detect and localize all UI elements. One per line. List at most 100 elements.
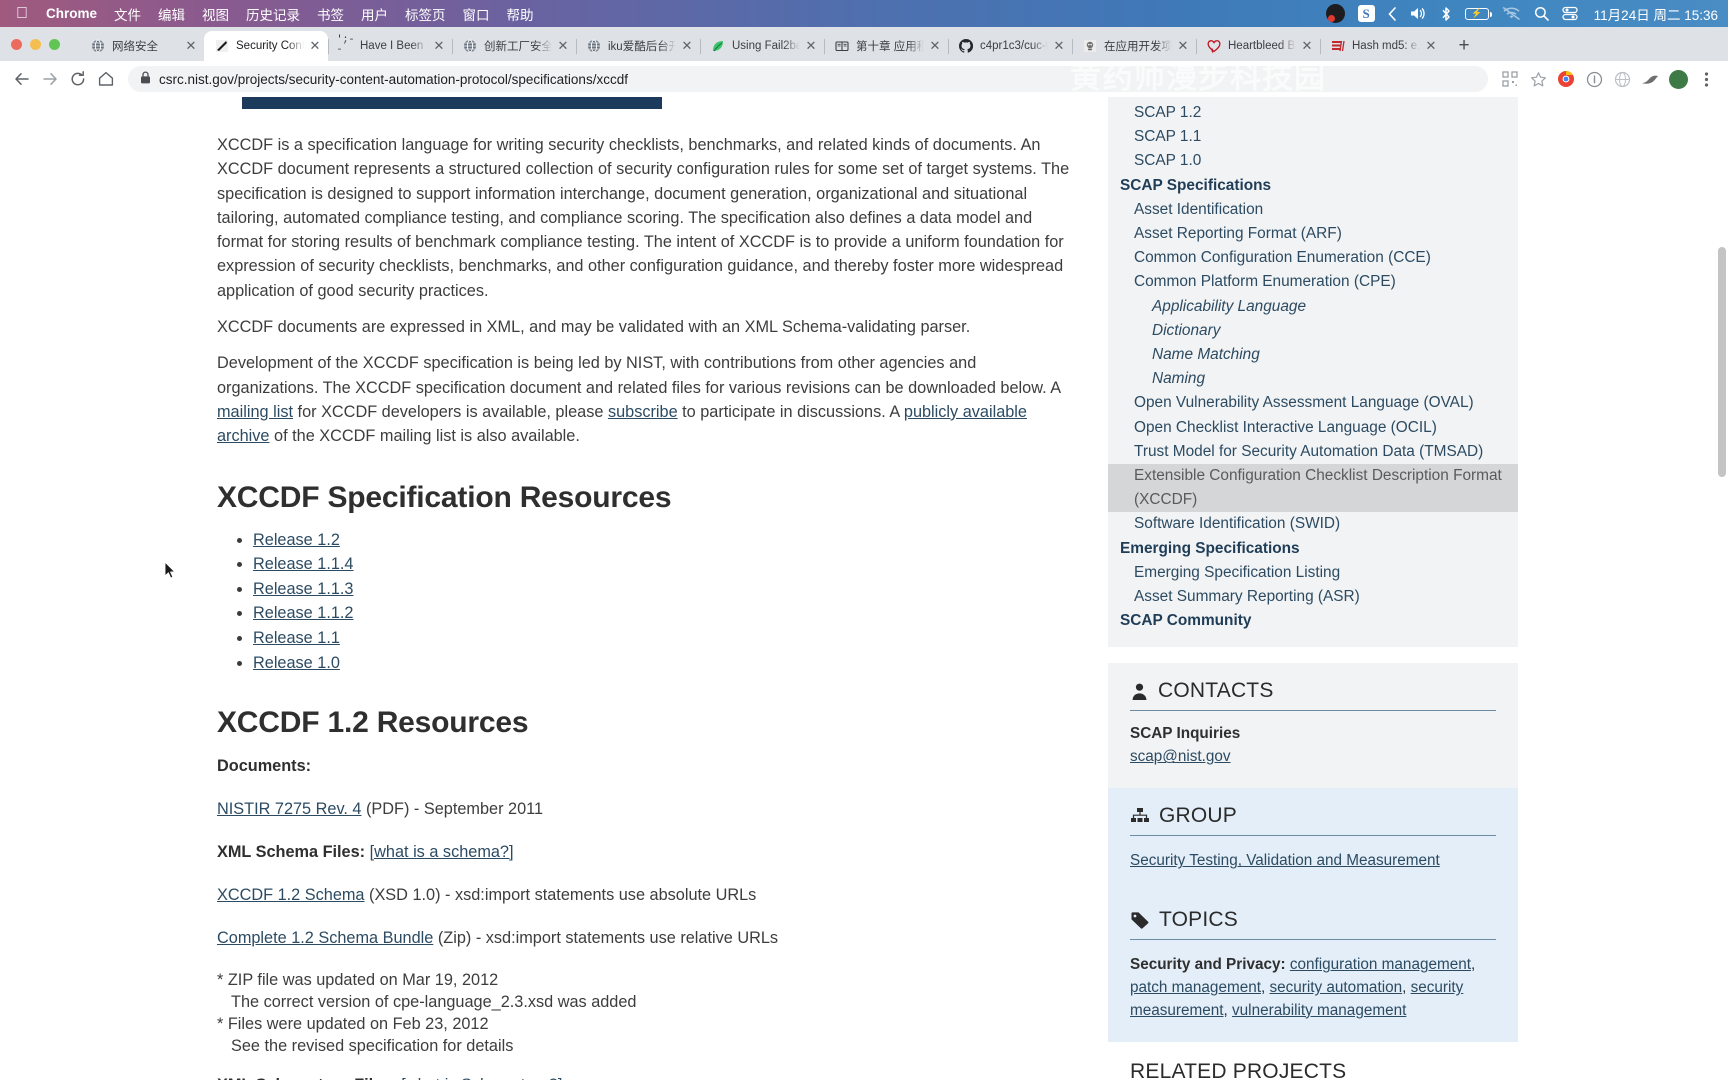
profile-avatar-icon[interactable] (1664, 65, 1692, 93)
sogou-input-icon[interactable]: S (1357, 4, 1375, 24)
topic-link-patch-management[interactable]: patch management (1130, 979, 1261, 996)
tab-在应用开发项目[interactable]: 在应用开发项目 ✕ (1072, 31, 1196, 61)
nav-header-emerging-specifications[interactable]: Emerging Specifications (1108, 537, 1518, 561)
menu-item-view[interactable]: 视图 (202, 4, 229, 24)
control-center-icon[interactable] (1562, 4, 1578, 24)
release-link[interactable]: Release 1.2 (253, 531, 340, 549)
menu-item-history[interactable]: 历史记录 (246, 4, 300, 24)
tab-github-c4pr1c3[interactable]: c4pr1c3/cuc-w ✕ (948, 31, 1072, 61)
release-link[interactable]: Release 1.1 (253, 629, 340, 647)
tab-heartbleed-bug[interactable]: Heartbleed Bu ✕ (1196, 31, 1320, 61)
qr-code-icon[interactable] (1496, 65, 1524, 93)
tab-using-fail2ban[interactable]: Using Fail2ban ✕ (700, 31, 824, 61)
menu-kebab-icon[interactable] (1692, 65, 1720, 93)
tab-close-icon[interactable]: ✕ (680, 38, 694, 54)
menu-item-window[interactable]: 窗口 (463, 4, 490, 24)
what-is-a-schema-link[interactable]: [what is a schema?] (370, 843, 514, 861)
tab-网络安全[interactable]: 网络安全 ✕ (80, 31, 204, 61)
release-link[interactable]: Release 1.1.4 (253, 555, 353, 573)
nav-item-asset-identification[interactable]: Asset Identification (1108, 198, 1518, 222)
nav-item-scap-12[interactable]: SCAP 1.2 (1108, 101, 1518, 125)
menu-item-help[interactable]: 帮助 (507, 4, 534, 24)
release-link[interactable]: Release 1.0 (253, 654, 340, 672)
extension-bird-icon[interactable] (1636, 65, 1664, 93)
release-link[interactable]: Release 1.1.3 (253, 580, 353, 598)
tab-close-icon[interactable]: ✕ (1300, 38, 1314, 54)
chevron-left-icon[interactable] (1388, 4, 1396, 24)
menu-item-bookmarks[interactable]: 书签 (317, 4, 344, 24)
nav-item-name-matching[interactable]: Name Matching (1108, 343, 1518, 367)
menubar-clock[interactable]: 11月24日 周二 15:36 (1594, 4, 1718, 24)
nav-item-tmsad[interactable]: Trust Model for Security Automation Data… (1108, 440, 1518, 464)
tab-第十章-应用程序[interactable]: 第十章 应用程序 ✕ (824, 31, 948, 61)
topic-link-vulnerability-management[interactable]: vulnerability management (1232, 1002, 1406, 1019)
tab-close-icon[interactable]: ✕ (804, 38, 818, 54)
reload-icon[interactable] (64, 65, 92, 93)
menu-item-profiles[interactable]: 用户 (361, 4, 388, 24)
topic-link-security-automation[interactable]: security automation (1269, 979, 1402, 996)
nav-header-scap-specifications[interactable]: SCAP Specifications (1108, 174, 1518, 198)
nav-item-naming[interactable]: Naming (1108, 367, 1518, 391)
tab-hash-md5[interactable]: Hash md5: e10 ✕ (1320, 31, 1444, 61)
nav-item-asset-summary-reporting[interactable]: Asset Summary Reporting (ASR) (1108, 585, 1518, 609)
tab-close-icon[interactable]: ✕ (1176, 38, 1190, 54)
back-arrow-icon[interactable] (8, 65, 36, 93)
tab-close-icon[interactable]: ✕ (556, 38, 570, 54)
apple-icon[interactable]:  (16, 5, 28, 22)
tab-security-content[interactable]: Security Conte ✕ (204, 31, 328, 61)
nav-item-scap-11[interactable]: SCAP 1.1 (1108, 125, 1518, 149)
menu-item-tabs[interactable]: 标签页 (405, 4, 446, 24)
nistir-7275-link[interactable]: NISTIR 7275 Rev. 4 (217, 800, 361, 818)
home-icon[interactable] (92, 65, 120, 93)
tab-close-icon[interactable]: ✕ (184, 38, 198, 54)
release-link[interactable]: Release 1.1.2 (253, 604, 353, 622)
nav-item-dictionary[interactable]: Dictionary (1108, 319, 1518, 343)
tab-创新工厂安全宝[interactable]: 创新工厂安全宝 ✕ (452, 31, 576, 61)
tab-close-icon[interactable]: ✕ (308, 38, 322, 54)
mailing-list-link[interactable]: mailing list (217, 403, 293, 421)
extension-chrome-icon[interactable] (1552, 65, 1580, 93)
tab-iku爱酷后台[interactable]: iku爱酷后台开发 ✕ (576, 31, 700, 61)
what-is-schematron-link[interactable]: [what is Schematron?] (401, 1076, 562, 1080)
tab-have-i-been-pwned[interactable]: ';-- Have I Been Pv ✕ (328, 31, 452, 61)
menu-item-edit[interactable]: 编辑 (158, 4, 185, 24)
topic-link-configuration-management[interactable]: configuration management (1290, 956, 1471, 973)
tab-close-icon[interactable]: ✕ (1052, 38, 1066, 54)
nav-item-xccdf-current[interactable]: Extensible Configuration Checklist Descr… (1108, 464, 1518, 513)
menu-item-chrome[interactable]: Chrome (46, 6, 97, 21)
nav-item-emerging-specification-listing[interactable]: Emerging Specification Listing (1108, 561, 1518, 585)
xccdf-12-schema-link[interactable]: XCCDF 1.2 Schema (217, 886, 365, 904)
battery-icon[interactable]: ⚡ (1464, 4, 1492, 24)
bookmark-star-icon[interactable] (1524, 65, 1552, 93)
menu-item-file[interactable]: 文件 (114, 4, 141, 24)
extension-globe-icon[interactable] (1608, 65, 1636, 93)
nav-item-oval[interactable]: Open Vulnerability Assessment Language (… (1108, 391, 1518, 415)
obs-icon[interactable] (1325, 4, 1345, 24)
bluetooth-icon[interactable] (1440, 4, 1452, 24)
complete-12-schema-bundle-link[interactable]: Complete 1.2 Schema Bundle (217, 929, 433, 947)
tab-close-icon[interactable]: ✕ (432, 38, 446, 54)
search-icon[interactable] (1534, 4, 1549, 24)
nav-item-common-platform-enumeration[interactable]: Common Platform Enumeration (CPE) (1108, 270, 1518, 294)
group-link[interactable]: Security Testing, Validation and Measure… (1130, 852, 1440, 869)
nav-header-scap-community[interactable]: SCAP Community (1108, 609, 1518, 633)
extension-info-icon[interactable] (1580, 65, 1608, 93)
forward-arrow-icon[interactable] (36, 65, 64, 93)
nav-item-swid[interactable]: Software Identification (SWID) (1108, 512, 1518, 536)
wifi-off-icon[interactable] (1502, 4, 1521, 24)
address-bar[interactable]: csrc.nist.gov/projects/security-content-… (128, 66, 1488, 92)
nav-item-common-configuration-enumeration[interactable]: Common Configuration Enumeration (CCE) (1108, 246, 1518, 270)
minimize-window-button[interactable] (30, 39, 41, 50)
new-tab-button[interactable]: + (1450, 32, 1478, 60)
volume-icon[interactable] (1409, 4, 1427, 24)
scrollbar-thumb[interactable] (1718, 247, 1726, 477)
tab-close-icon[interactable]: ✕ (928, 38, 942, 54)
subscribe-link[interactable]: subscribe (608, 403, 678, 421)
nav-item-ocil[interactable]: Open Checklist Interactive Language (OCI… (1108, 416, 1518, 440)
nav-item-asset-reporting-format[interactable]: Asset Reporting Format (ARF) (1108, 222, 1518, 246)
contacts-email-link[interactable]: scap@nist.gov (1130, 748, 1231, 765)
tab-close-icon[interactable]: ✕ (1424, 38, 1438, 54)
close-window-button[interactable] (11, 39, 22, 50)
nav-item-applicability-language[interactable]: Applicability Language (1108, 295, 1518, 319)
nav-item-scap-10[interactable]: SCAP 1.0 (1108, 149, 1518, 173)
